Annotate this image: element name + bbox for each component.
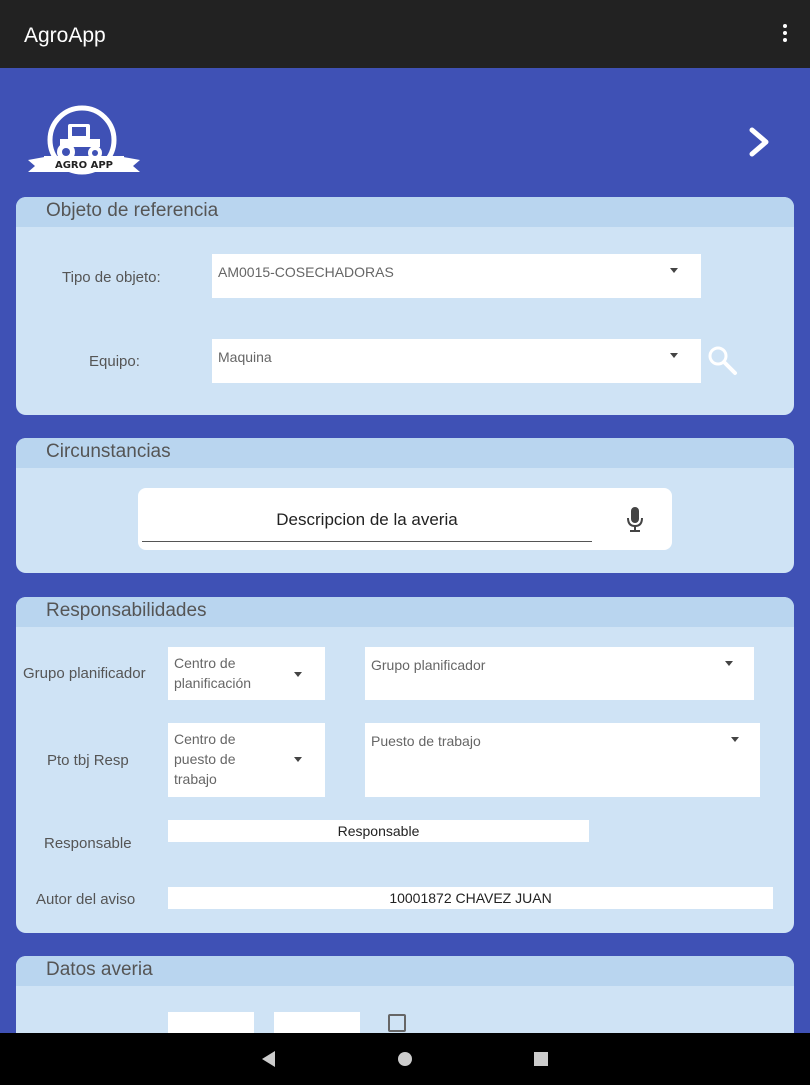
recents-icon[interactable] <box>534 1052 548 1066</box>
tipo-objeto-dropdown[interactable]: AM0015-COSECHADORAS <box>212 254 701 298</box>
puesto-trabajo-dropdown[interactable]: Puesto de trabajo <box>365 723 760 797</box>
tipo-objeto-label: Tipo de objeto: <box>62 269 161 286</box>
grupo-planificador-dropdown[interactable]: Grupo planificador <box>365 647 754 700</box>
autor-aviso-field[interactable]: 10001872 CHAVEZ JUAN <box>168 887 773 909</box>
card-header: Datos averia <box>16 956 794 986</box>
logo-text: AGRO APP <box>55 160 113 171</box>
microphone-icon[interactable] <box>622 504 648 534</box>
grupo-planificador-label: Grupo planificador <box>23 665 146 682</box>
objeto-referencia-card: Objeto de referencia Tipo de objeto: AM0… <box>16 197 794 415</box>
autor-aviso-label: Autor del aviso <box>36 891 136 908</box>
tipo-objeto-value: AM0015-COSECHADORAS <box>218 264 394 280</box>
centro-planificacion-value: Centro de planificación <box>174 655 252 691</box>
pto-tbj-resp-label: Pto tbj Resp <box>47 752 129 769</box>
responsabilidades-title: Responsabilidades <box>46 600 207 621</box>
chevron-down-icon <box>294 757 302 762</box>
autor-aviso-value: 10001872 CHAVEZ JUAN <box>389 890 552 906</box>
chevron-down-icon <box>725 661 733 666</box>
grupo-planificador-value: Grupo planificador <box>371 657 486 673</box>
back-icon[interactable] <box>262 1051 275 1067</box>
chevron-down-icon <box>670 353 678 358</box>
input-underline <box>142 541 592 542</box>
datos-field-1[interactable] <box>168 1012 254 1033</box>
datos-averia-card: Datos averia <box>16 956 794 1033</box>
home-icon[interactable] <box>398 1052 412 1066</box>
card-header: Objeto de referencia <box>16 197 794 227</box>
system-nav-bar <box>0 1033 810 1085</box>
centro-puesto-value: Centro de puesto de trabajo <box>174 731 236 787</box>
circunstancias-card: Circunstancias Descripcion de la averia <box>16 438 794 573</box>
overflow-menu-icon[interactable] <box>782 24 788 44</box>
card-header: Circunstancias <box>16 438 794 468</box>
app-title: AgroApp <box>24 24 106 47</box>
responsable-label: Responsable <box>44 835 132 852</box>
responsable-value: Responsable <box>337 823 420 839</box>
chevron-right-icon[interactable] <box>740 122 776 162</box>
chevron-down-icon <box>294 672 302 677</box>
centro-puesto-dropdown[interactable]: Centro de puesto de trabajo <box>168 723 325 797</box>
search-icon[interactable] <box>705 343 739 377</box>
circunstancias-title: Circunstancias <box>46 441 171 462</box>
objeto-referencia-title: Objeto de referencia <box>46 200 219 221</box>
card-header: Responsabilidades <box>16 597 794 627</box>
descripcion-averia-input[interactable]: Descripcion de la averia <box>142 510 592 530</box>
app-bar: AgroApp <box>0 0 810 68</box>
tractor-logo-icon: AGRO APP <box>26 104 142 180</box>
chevron-down-icon <box>731 737 739 742</box>
responsabilidades-card: Responsabilidades Grupo planificador Cen… <box>16 597 794 933</box>
puesto-trabajo-value: Puesto de trabajo <box>371 733 481 749</box>
datos-field-2[interactable] <box>274 1012 360 1033</box>
equipo-value: Maquina <box>218 349 272 365</box>
main-content: AGRO APP Objeto de referencia Tipo de ob… <box>0 68 810 1033</box>
checkbox[interactable] <box>388 1014 406 1032</box>
equipo-dropdown[interactable]: Maquina <box>212 339 701 383</box>
descripcion-averia-field[interactable]: Descripcion de la averia <box>138 488 672 550</box>
centro-planificacion-dropdown[interactable]: Centro de planificación <box>168 647 325 700</box>
responsable-field[interactable]: Responsable <box>168 820 589 842</box>
equipo-label: Equipo: <box>89 353 140 370</box>
datos-averia-title: Datos averia <box>46 959 153 980</box>
chevron-down-icon <box>670 268 678 273</box>
